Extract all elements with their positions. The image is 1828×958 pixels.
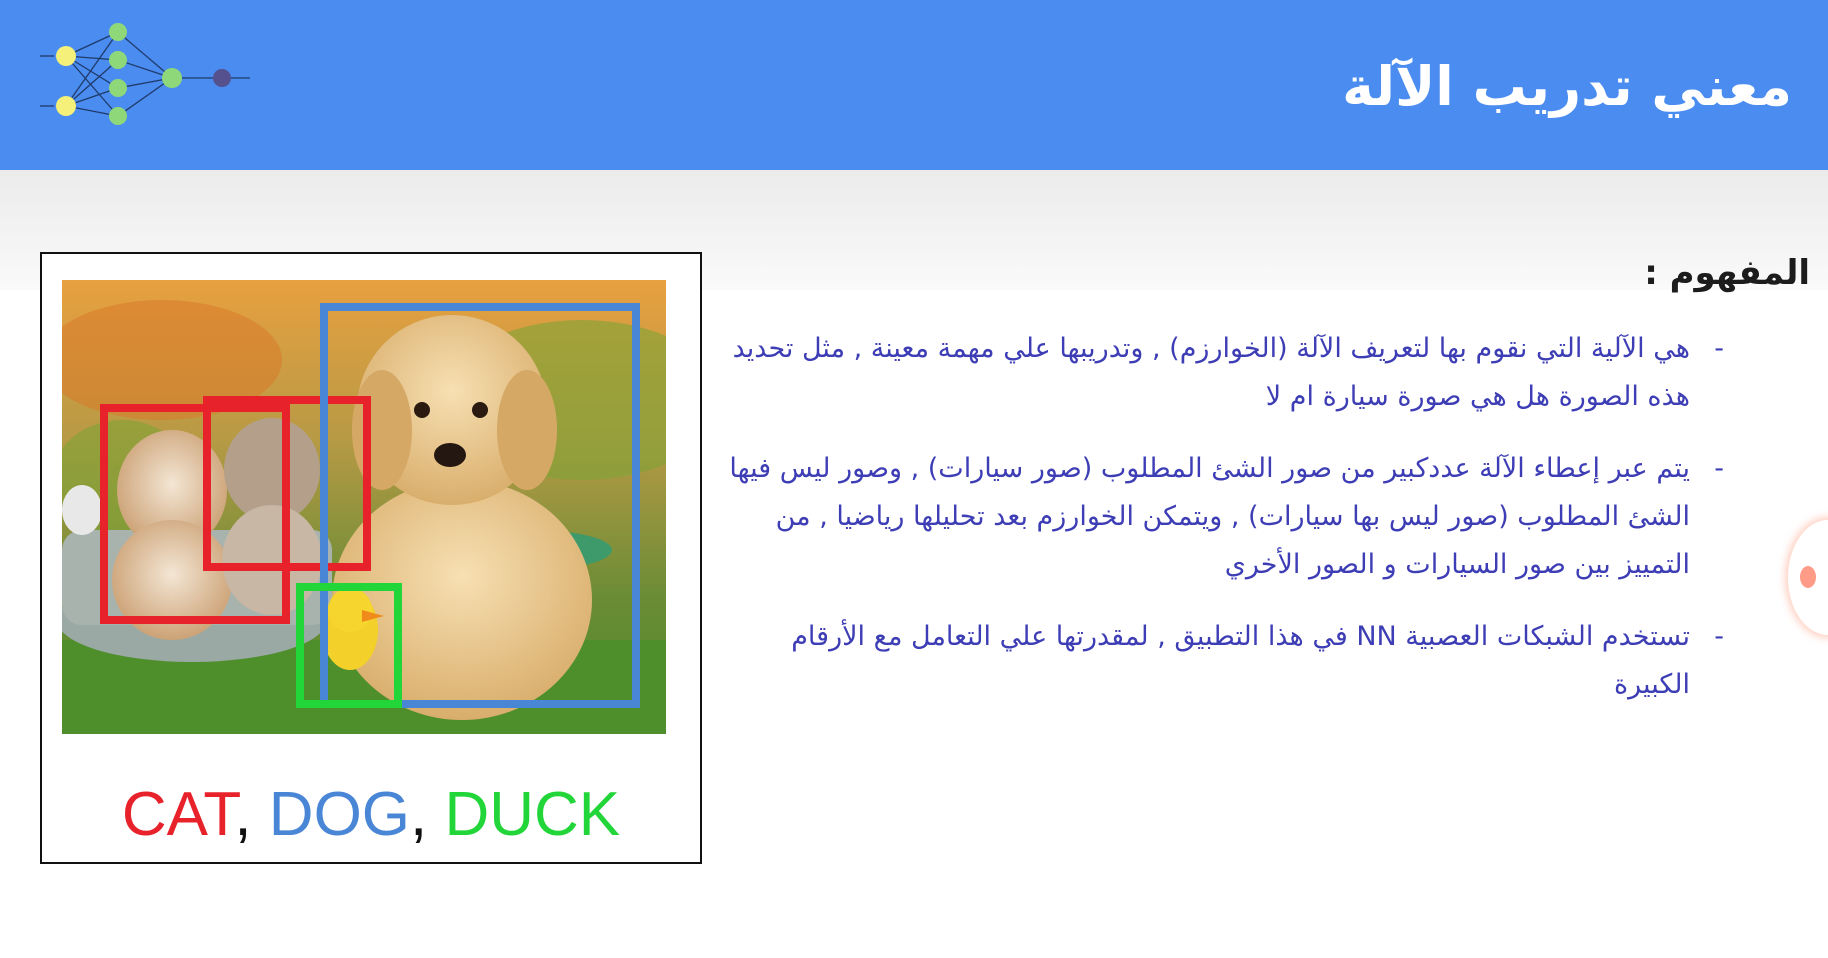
pets-photo [62, 280, 666, 734]
side-panel-tab[interactable] [1788, 520, 1828, 635]
neural-network-logo-icon [40, 23, 250, 125]
bullet-marker: - [1714, 333, 1724, 364]
slide-header: معني تدريب الآلة [0, 0, 1828, 170]
caption-duck: DUCK [444, 780, 621, 849]
caption-cat: CAT [121, 780, 235, 849]
bullet-item: - يتم عبر إعطاء الآلة عددكبير من صور الش… [708, 445, 1724, 589]
detection-example-figure: CAT, DOG, DUCK [40, 252, 702, 864]
tab-dot-icon [1800, 566, 1816, 588]
caption-dog: DOG [268, 780, 411, 849]
bullet-marker: - [1714, 621, 1724, 652]
bullet-list: - هي الآلية التي نقوم بها لتعريف الآلة (… [708, 325, 1724, 733]
caption-separator: , [234, 780, 269, 849]
bullet-item: - تستخدم الشبكات العصبية NN في هذا التطب… [708, 613, 1724, 709]
slide-title: معني تدريب الآلة [1342, 55, 1792, 118]
caption-separator: , [410, 780, 445, 849]
bullet-text: تستخدم الشبكات العصبية NN في هذا التطبيق… [791, 621, 1690, 700]
figure-caption: CAT, DOG, DUCK [42, 784, 700, 846]
concept-heading: المفهوم : [1644, 253, 1810, 293]
bullet-item: - هي الآلية التي نقوم بها لتعريف الآلة (… [708, 325, 1724, 421]
bullet-text: يتم عبر إعطاء الآلة عددكبير من صور الشئ … [729, 453, 1690, 580]
bullet-marker: - [1714, 453, 1724, 484]
bullet-text: هي الآلية التي نقوم بها لتعريف الآلة (ال… [732, 333, 1690, 412]
